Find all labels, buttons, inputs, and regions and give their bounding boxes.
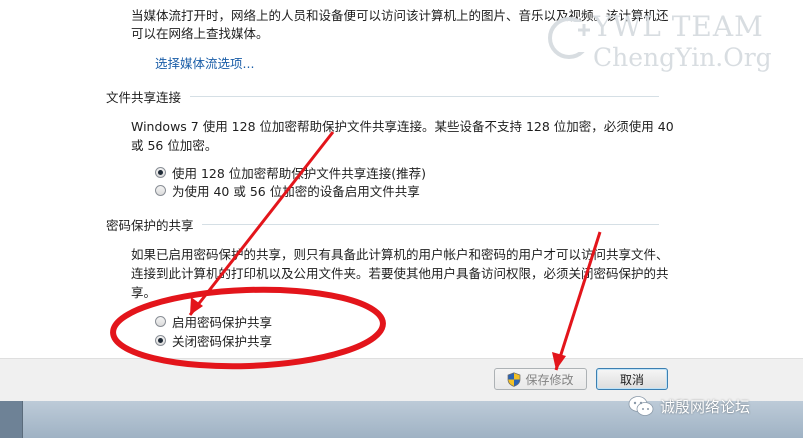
radio-enable-password-label: 启用密码保护共享 <box>172 315 273 330</box>
wechat-watermark: 诚殷网络论坛 <box>628 395 750 417</box>
file-sharing-desc-line1: Windows 7 使用 128 位加密帮助保护文件共享连接。某些设备不支持 1… <box>131 119 674 134</box>
taskbar-thumbnail[interactable] <box>0 401 23 438</box>
password-sharing-desc-line2: 连接到此计算机的打印机以及公用文件夹。若要使其他用户具备访问权限，必须关闭密码保… <box>131 266 669 281</box>
ywl-logo-icon <box>548 17 593 59</box>
password-sharing-section-title: 密码保护的共享 <box>106 218 194 233</box>
radio-128bit-encryption[interactable]: 使用 128 位加密帮助保护文件共享连接(推荐) <box>155 163 426 182</box>
save-changes-label: 保存修改 <box>525 372 574 387</box>
file-sharing-section-title: 文件共享连接 <box>106 90 182 105</box>
radio-40-56bit-encryption[interactable]: 为使用 40 或 56 位加密的设备启用文件共享 <box>155 181 420 200</box>
radio-40-56bit-label: 为使用 40 或 56 位加密的设备启用文件共享 <box>172 184 420 199</box>
password-sharing-desc-line3: 享。 <box>131 285 157 300</box>
radio-unselected-icon[interactable] <box>155 185 166 196</box>
save-changes-button[interactable]: 保存修改 <box>494 368 587 390</box>
cancel-button[interactable]: 取消 <box>596 368 668 390</box>
password-sharing-desc-line1: 如果已启用密码保护的共享，则只有具备此计算机的用户帐户和密码的用户才可以访问共享… <box>131 247 669 262</box>
radio-disable-password-label: 关闭密码保护共享 <box>172 334 273 349</box>
radio-disable-password-sharing[interactable]: 关闭密码保护共享 <box>155 331 272 350</box>
radio-unselected-icon[interactable] <box>155 316 166 327</box>
media-streaming-text-line2: 可以在网络上查找媒体。 <box>131 26 269 41</box>
wechat-icon <box>628 396 654 416</box>
watermark-title: YWL TEAM <box>593 10 764 43</box>
radio-enable-password-sharing[interactable]: 启用密码保护共享 <box>155 312 272 331</box>
media-streaming-options-link[interactable]: 选择媒体流选项... <box>155 53 254 72</box>
radio-selected-icon[interactable] <box>155 335 166 346</box>
uac-shield-icon <box>508 371 521 387</box>
cancel-label: 取消 <box>619 372 644 387</box>
radio-selected-icon[interactable] <box>155 167 166 178</box>
watermark-subtitle: ChengYin.Org <box>593 43 772 72</box>
wechat-label: 诚殷网络论坛 <box>660 397 751 416</box>
password-sharing-divider <box>202 224 659 225</box>
radio-128bit-label: 使用 128 位加密帮助保护文件共享连接(推荐) <box>172 166 427 181</box>
file-sharing-desc-line2: 或 56 位加密。 <box>131 138 218 153</box>
file-sharing-divider <box>190 96 659 97</box>
